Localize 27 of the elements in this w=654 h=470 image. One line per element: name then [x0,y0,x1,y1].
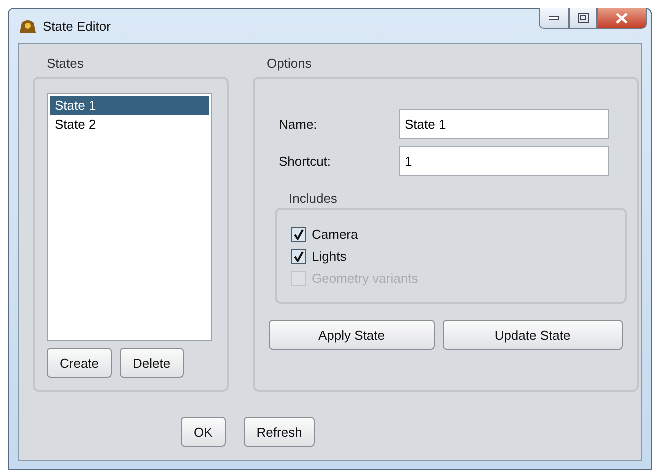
checkbox[interactable] [291,226,306,242]
app-icon [19,18,37,34]
minimize-icon [549,16,559,20]
maximize-icon [578,13,588,23]
action-button[interactable]: Delete [120,348,184,378]
field-label: Name: [279,116,318,132]
field-label: Shortcut: [279,154,332,168]
maximize-button[interactable] [569,8,597,29]
close-button[interactable] [597,8,647,29]
checkbox-label[interactable]: Lights [291,245,611,267]
action-button[interactable]: Create [47,348,112,378]
list-item[interactable]: State 1 [50,96,209,115]
action-button[interactable]: Apply State [269,320,435,350]
list-item[interactable]: State 2 [50,115,209,134]
dialog-button[interactable]: OK [181,417,226,447]
dialog-button[interactable]: Refresh [244,417,316,447]
group-title: Includes [288,191,338,206]
group-title: Options [266,56,313,71]
minimize-button[interactable] [539,8,569,29]
group-title: States [46,56,85,71]
text-field[interactable]: 1 [399,146,609,176]
action-button[interactable]: Update State [442,320,623,350]
checkbox-label[interactable]: Camera [291,223,611,245]
window-title: State Editor [43,18,111,34]
close-icon [616,12,628,24]
text-field[interactable]: State 1 [399,109,609,139]
checkbox[interactable] [291,248,306,264]
